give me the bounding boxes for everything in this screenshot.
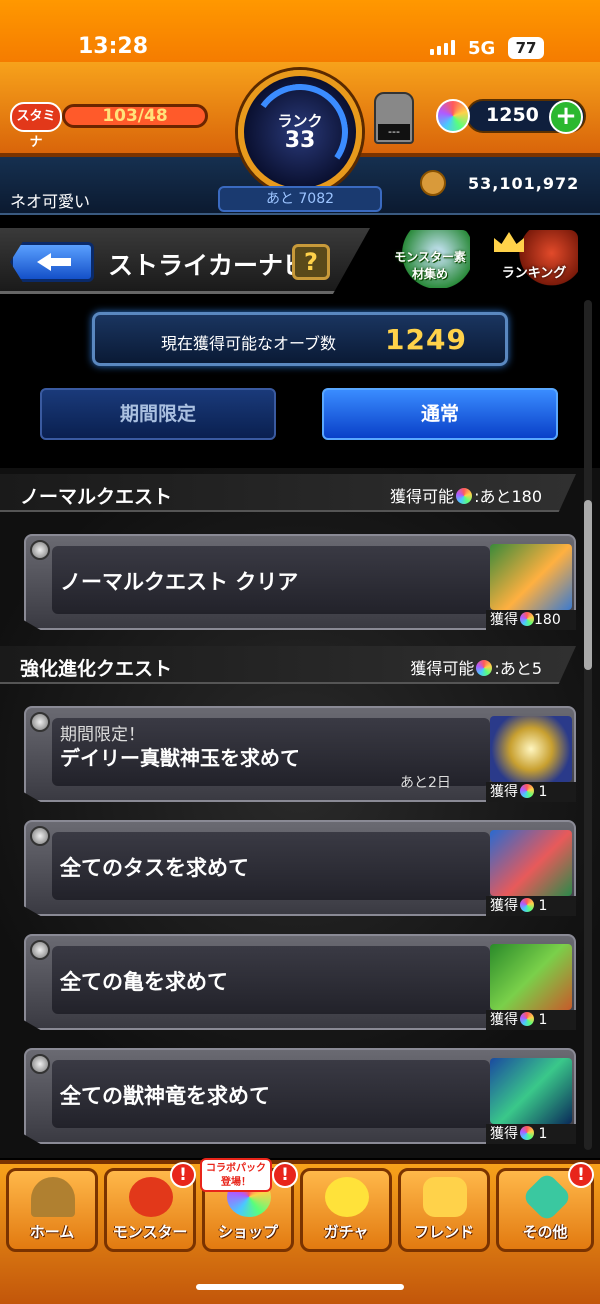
clock: 13:28 bbox=[78, 34, 149, 59]
reward-badge: 獲得 1 bbox=[486, 1124, 576, 1144]
nav-label: フレンド bbox=[413, 1223, 474, 1241]
orb-icon bbox=[476, 660, 493, 676]
quest-days-left: あと2日 bbox=[400, 775, 451, 791]
ranking-button[interactable]: ランキング bbox=[490, 230, 578, 288]
alert-badge: ! bbox=[170, 1162, 196, 1188]
quest-card[interactable]: 全てのタスを求めて 獲得 1 bbox=[24, 820, 576, 916]
pin-icon bbox=[30, 940, 50, 960]
section-header-evolution: 強化進化クエスト 獲得可能:あと5 bbox=[0, 646, 576, 684]
monster-thumbnail-icon bbox=[490, 544, 572, 610]
friend-icon bbox=[423, 1177, 467, 1217]
section-available: 獲得可能:あと5 bbox=[410, 659, 542, 678]
orb-icon bbox=[436, 99, 470, 133]
nav-gacha[interactable]: ガチャ bbox=[300, 1168, 392, 1252]
player-name: ネオ可愛い bbox=[10, 192, 91, 211]
buy-orb-button[interactable]: + bbox=[549, 100, 583, 134]
status-bar: 13:28 5G 77 bbox=[0, 0, 600, 62]
home-icon bbox=[31, 1177, 75, 1217]
back-button[interactable] bbox=[10, 242, 94, 282]
network-label: 5G bbox=[468, 38, 496, 59]
gacha-egg-icon bbox=[325, 1177, 369, 1217]
quest-card[interactable]: ノーマルクエスト クリア 獲得 180 bbox=[24, 534, 576, 630]
signal-icon bbox=[430, 40, 455, 55]
orb-count: 1250 bbox=[486, 104, 539, 126]
pin-icon bbox=[30, 826, 50, 846]
helmet-icon[interactable]: --- bbox=[374, 92, 414, 144]
orb-icon bbox=[520, 1012, 534, 1026]
stamina-icon: スタミナ bbox=[10, 102, 62, 150]
monster-icon bbox=[129, 1177, 173, 1217]
section-header-normal: ノーマルクエスト 獲得可能:あと180 bbox=[0, 474, 576, 512]
quest-card[interactable]: 全ての亀を求めて 獲得 1 bbox=[24, 934, 576, 1030]
tab-limited[interactable]: 期間限定 bbox=[40, 388, 276, 440]
section-name: ノーマルクエスト bbox=[20, 486, 173, 508]
monster-thumbnail-icon bbox=[490, 1058, 572, 1124]
nav-home[interactable]: ホーム bbox=[6, 1168, 98, 1252]
orb-icon bbox=[520, 1126, 534, 1140]
helmet-value: --- bbox=[378, 124, 410, 140]
rank-value: 33 bbox=[284, 128, 316, 153]
battery-icon: 77 bbox=[508, 37, 544, 59]
ranking-label: ランキング bbox=[501, 266, 567, 281]
quest-card[interactable]: 全ての獣神竜を求めて 獲得 1 bbox=[24, 1048, 576, 1144]
nav-label: モンスター bbox=[112, 1223, 188, 1241]
rank-remaining: あと 7082 bbox=[218, 186, 382, 212]
nav-label: ガチャ bbox=[323, 1223, 369, 1241]
reward-badge: 獲得 1 bbox=[486, 1010, 576, 1030]
quest-card[interactable]: 期間限定！ デイリー真獣神玉を求めて あと2日 獲得 1 bbox=[24, 706, 576, 802]
monster-material-button[interactable]: モンスター素材集め bbox=[390, 230, 470, 288]
help-button[interactable]: ? bbox=[292, 244, 330, 280]
orb-thumbnail-icon bbox=[490, 716, 572, 782]
orb-icon bbox=[520, 612, 534, 626]
monster-thumbnail-icon bbox=[490, 944, 572, 1010]
available-orbs-label: 現在獲得可能なオーブ数 bbox=[161, 334, 337, 353]
quest-title: 全ての亀を求めて bbox=[60, 970, 228, 994]
quest-list[interactable]: ノーマルクエスト 獲得可能:あと180 ノーマルクエスト クリア 獲得 180 強… bbox=[0, 468, 600, 1158]
coin-count: 53,101,972 bbox=[468, 174, 580, 193]
rank-badge[interactable]: ランク 33 bbox=[238, 70, 362, 194]
coin-icon bbox=[420, 170, 446, 196]
alert-badge: ! bbox=[568, 1162, 594, 1188]
reward-badge: 獲得 180 bbox=[486, 610, 576, 630]
nav-label: ホーム bbox=[29, 1223, 75, 1241]
scrollbar-thumb[interactable] bbox=[584, 500, 592, 670]
monster-thumbnail-icon bbox=[490, 830, 572, 896]
alert-badge: ! bbox=[272, 1162, 298, 1188]
available-orbs-panel: 現在獲得可能なオーブ数 1249 bbox=[92, 312, 508, 366]
collab-badge: コラボパック 登場！ bbox=[200, 1158, 272, 1192]
orb-icon bbox=[520, 898, 534, 912]
orb-icon bbox=[456, 488, 473, 504]
pin-icon bbox=[30, 1054, 50, 1074]
crown-icon bbox=[494, 232, 524, 252]
section-name: 強化進化クエスト bbox=[20, 658, 173, 680]
home-indicator bbox=[196, 1284, 404, 1290]
reward-badge: 獲得 1 bbox=[486, 896, 576, 916]
orb-icon bbox=[520, 784, 534, 798]
tab-normal[interactable]: 通常 bbox=[322, 388, 558, 440]
section-available: 獲得可能:あと180 bbox=[390, 487, 542, 506]
stamina-bar[interactable]: 103/48 bbox=[62, 104, 208, 128]
other-icon bbox=[521, 1171, 573, 1223]
nav-friend[interactable]: フレンド bbox=[398, 1168, 490, 1252]
scrollbar[interactable] bbox=[584, 300, 592, 1150]
monster-material-label: モンスター素材集め bbox=[394, 250, 466, 281]
quest-title: 全ての獣神竜を求めて bbox=[60, 1084, 270, 1108]
nav-label: ショップ bbox=[217, 1223, 278, 1241]
reward-badge: 獲得 1 bbox=[486, 782, 576, 802]
available-orbs-value: 1249 bbox=[385, 323, 467, 356]
nav-label: その他 bbox=[522, 1223, 568, 1241]
quest-title: ノーマルクエスト クリア bbox=[60, 570, 299, 594]
page-title: ストライカーナビ bbox=[108, 251, 309, 280]
pin-icon bbox=[30, 540, 50, 560]
quest-title: デイリー真獣神玉を求めて bbox=[60, 746, 300, 770]
quest-title: 全てのタスを求めて bbox=[60, 856, 249, 880]
pin-icon bbox=[30, 712, 50, 732]
